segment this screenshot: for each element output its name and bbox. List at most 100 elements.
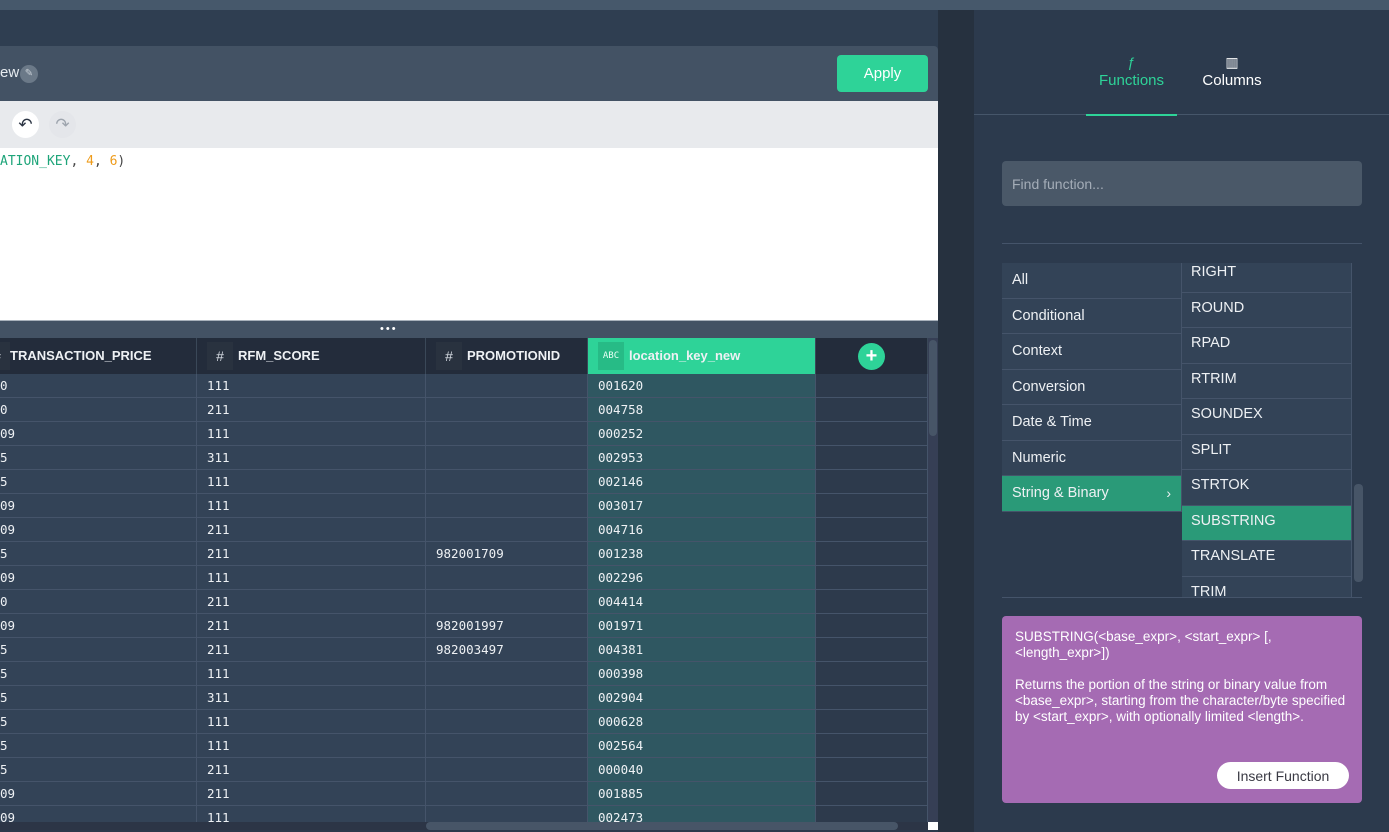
table-cell[interactable]: 002953	[588, 446, 816, 470]
table-cell[interactable]: 09	[0, 782, 197, 806]
tab-columns[interactable]: ▥ Columns	[1196, 54, 1268, 115]
table-cell[interactable]: 001971	[588, 614, 816, 638]
table-cell[interactable]: 5	[0, 758, 197, 782]
table-cell[interactable]	[426, 590, 588, 614]
category-item[interactable]: Context	[1002, 334, 1182, 370]
table-cell[interactable]: 09	[0, 806, 197, 822]
scrollbar-thumb[interactable]	[426, 822, 898, 830]
edit-name-icon[interactable]: ✎	[20, 65, 38, 83]
category-item[interactable]: Conversion	[1002, 369, 1182, 405]
table-cell[interactable]: 002904	[588, 686, 816, 710]
table-cell[interactable]: 982003497	[426, 638, 588, 662]
table-cell[interactable]	[426, 686, 588, 710]
table-cell[interactable]	[426, 374, 588, 398]
function-item[interactable]: SPLIT	[1182, 434, 1351, 470]
empty-cell[interactable]	[816, 758, 928, 782]
empty-cell[interactable]	[816, 638, 928, 662]
empty-cell[interactable]	[816, 494, 928, 518]
table-cell[interactable]	[426, 422, 588, 446]
table-cell[interactable]: 211	[197, 542, 426, 566]
table-cell[interactable]: 09	[0, 518, 197, 542]
function-item[interactable]: RPAD	[1182, 328, 1351, 364]
grid-vertical-scrollbar[interactable]	[928, 338, 938, 822]
table-cell[interactable]: 211	[197, 782, 426, 806]
table-cell[interactable]: 111	[197, 566, 426, 590]
table-cell[interactable]: 5	[0, 542, 197, 566]
function-item[interactable]: STRTOK	[1182, 470, 1351, 506]
table-cell[interactable]: 001238	[588, 542, 816, 566]
empty-cell[interactable]	[816, 782, 928, 806]
table-cell[interactable]: 211	[197, 590, 426, 614]
table-cell[interactable]: 211	[197, 758, 426, 782]
table-cell[interactable]: 982001997	[426, 614, 588, 638]
table-cell[interactable]: 004716	[588, 518, 816, 542]
scrollbar-thumb[interactable]	[929, 340, 937, 436]
table-cell[interactable]: 000252	[588, 422, 816, 446]
add-column-icon[interactable]: +	[858, 343, 885, 370]
table-cell[interactable]: 111	[197, 470, 426, 494]
grid-horizontal-scrollbar[interactable]	[0, 822, 928, 830]
table-cell[interactable]: 211	[197, 614, 426, 638]
resize-splitter[interactable]: •••	[0, 320, 938, 338]
empty-cell[interactable]	[816, 518, 928, 542]
column-header[interactable]: # RFM_SCORE	[197, 338, 426, 374]
table-cell[interactable]: 004381	[588, 638, 816, 662]
function-item[interactable]: TRANSLATE	[1182, 541, 1351, 577]
empty-cell[interactable]	[816, 566, 928, 590]
category-item[interactable]: All	[1002, 263, 1182, 299]
category-item[interactable]: String & Binary ›	[1002, 476, 1182, 512]
table-cell[interactable]	[426, 710, 588, 734]
table-cell[interactable]: 5	[0, 638, 197, 662]
table-cell[interactable]: 5	[0, 446, 197, 470]
empty-cell[interactable]	[816, 710, 928, 734]
table-cell[interactable]: 5	[0, 734, 197, 758]
table-cell[interactable]: 5	[0, 662, 197, 686]
formula-editor[interactable]: ATION_KEY, 4, 6)	[0, 148, 938, 320]
table-cell[interactable]: 09	[0, 614, 197, 638]
category-item[interactable]: Conditional	[1002, 298, 1182, 334]
table-cell[interactable]: 000628	[588, 710, 816, 734]
empty-cell[interactable]	[816, 614, 928, 638]
table-cell[interactable]	[426, 806, 588, 822]
table-cell[interactable]	[426, 470, 588, 494]
function-item[interactable]: TRIM	[1182, 576, 1351, 597]
table-cell[interactable]: 004758	[588, 398, 816, 422]
table-cell[interactable]	[426, 494, 588, 518]
table-cell[interactable]: 111	[197, 662, 426, 686]
table-cell[interactable]: 002564	[588, 734, 816, 758]
table-cell[interactable]: 000398	[588, 662, 816, 686]
table-cell[interactable]	[426, 782, 588, 806]
table-cell[interactable]	[426, 518, 588, 542]
table-cell[interactable]: 982001709	[426, 542, 588, 566]
table-cell[interactable]: 004414	[588, 590, 816, 614]
table-cell[interactable]: 002146	[588, 470, 816, 494]
table-cell[interactable]: 111	[197, 710, 426, 734]
table-cell[interactable]: 0	[0, 590, 197, 614]
table-cell[interactable]: 5	[0, 470, 197, 494]
table-cell[interactable]	[426, 398, 588, 422]
find-function-input[interactable]	[1002, 161, 1362, 206]
tab-functions[interactable]: ƒ Functions	[1086, 54, 1177, 116]
empty-cell[interactable]	[816, 398, 928, 422]
table-cell[interactable]: 111	[197, 806, 426, 822]
apply-button[interactable]: Apply	[837, 55, 928, 92]
empty-cell[interactable]	[816, 542, 928, 566]
table-cell[interactable]: 0	[0, 398, 197, 422]
table-cell[interactable]: 111	[197, 734, 426, 758]
empty-cell[interactable]	[816, 470, 928, 494]
empty-cell[interactable]	[816, 446, 928, 470]
table-cell[interactable]: 311	[197, 686, 426, 710]
table-cell[interactable]	[426, 446, 588, 470]
category-item[interactable]: Numeric	[1002, 440, 1182, 476]
table-cell[interactable]: 09	[0, 566, 197, 590]
table-cell[interactable]	[426, 758, 588, 782]
table-cell[interactable]: 211	[197, 518, 426, 542]
redo-icon[interactable]: ↷	[49, 111, 76, 138]
table-cell[interactable]: 111	[197, 422, 426, 446]
empty-cell[interactable]	[816, 374, 928, 398]
table-cell[interactable]: 002296	[588, 566, 816, 590]
empty-cell[interactable]	[816, 590, 928, 614]
table-cell[interactable]	[426, 662, 588, 686]
function-item[interactable]: RTRIM	[1182, 363, 1351, 399]
table-cell[interactable]	[426, 566, 588, 590]
